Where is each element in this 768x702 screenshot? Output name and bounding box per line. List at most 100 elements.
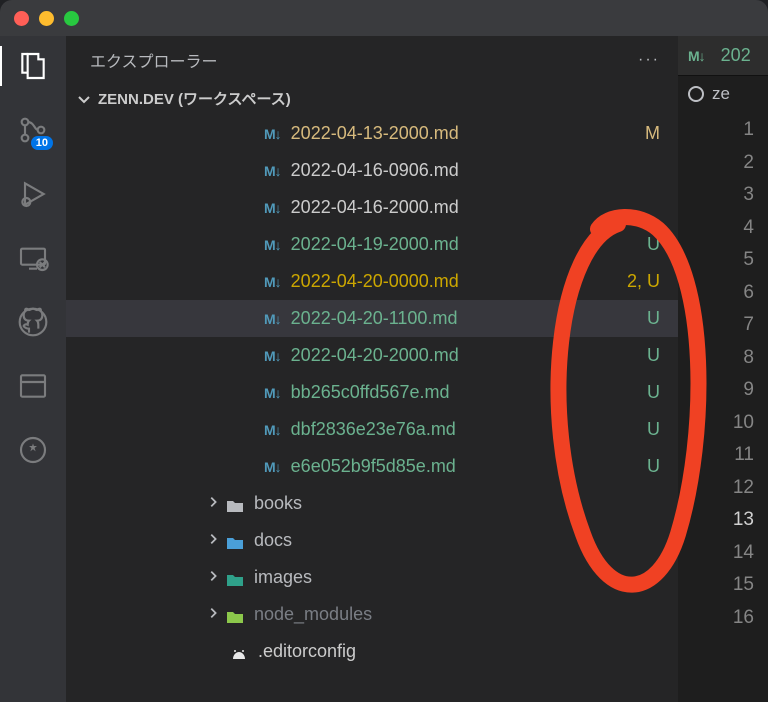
- maximize-window-button[interactable]: [64, 11, 79, 26]
- folder-name: docs: [254, 530, 660, 551]
- folder-name: images: [254, 567, 660, 588]
- line-number[interactable]: 6: [743, 277, 754, 310]
- markdown-icon: M↓: [688, 48, 705, 64]
- workspace-header[interactable]: ZENN.DEV (ワークスペース): [66, 82, 678, 115]
- line-number[interactable]: 8: [743, 342, 754, 375]
- line-number[interactable]: 3: [743, 179, 754, 212]
- file-row[interactable]: M↓ e6e052b9f5d85e.md U: [66, 448, 678, 485]
- line-number[interactable]: 14: [733, 537, 754, 570]
- minimize-window-button[interactable]: [39, 11, 54, 26]
- folder-row[interactable]: images: [66, 559, 678, 596]
- file-name: e6e052b9f5d85e.md: [291, 456, 639, 477]
- folder-icon: [226, 608, 244, 622]
- folder-row[interactable]: books: [66, 485, 678, 522]
- breadcrumb[interactable]: ze: [678, 76, 768, 112]
- file-row[interactable]: M↓ 2022-04-20-2000.md U: [66, 337, 678, 374]
- debug-activity-icon[interactable]: [17, 178, 49, 210]
- breadcrumb-ring-icon: [688, 86, 704, 102]
- line-number[interactable]: 5: [743, 244, 754, 277]
- scm-badge: 10: [31, 136, 53, 150]
- line-number[interactable]: 13: [733, 504, 754, 537]
- sidebar-title: エクスプローラー: [90, 48, 218, 72]
- folder-icon: [226, 534, 244, 548]
- line-number[interactable]: 12: [733, 472, 754, 505]
- git-status: M: [645, 123, 660, 144]
- close-window-button[interactable]: [14, 11, 29, 26]
- editor-tab-label: 202: [721, 45, 751, 66]
- line-number[interactable]: 15: [733, 569, 754, 602]
- file-row[interactable]: M↓ dbf2836e23e76a.md U: [66, 411, 678, 448]
- file-name: 2022-04-20-2000.md: [291, 345, 639, 366]
- remote-activity-icon[interactable]: [17, 242, 49, 274]
- file-row[interactable]: M↓ 2022-04-19-2000.md U: [66, 226, 678, 263]
- file-row[interactable]: M↓ bb265c0ffd567e.md U: [66, 374, 678, 411]
- file-name: 2022-04-16-2000.md: [291, 197, 652, 218]
- sidebar-header: エクスプローラー ···: [66, 36, 678, 82]
- git-status: U: [647, 234, 660, 255]
- line-number[interactable]: 11: [734, 439, 754, 472]
- folder-name: books: [254, 493, 660, 514]
- markdown-icon: M↓: [264, 200, 281, 216]
- folder-name: node_modules: [254, 604, 660, 625]
- activity-bar: 10: [0, 36, 66, 702]
- file-name: .editorconfig: [258, 641, 660, 662]
- chevron-right-icon: [206, 530, 220, 551]
- file-row[interactable]: M↓2022-04-20-0000.md2, U: [66, 263, 678, 300]
- file-tree: M↓ 2022-04-13-2000.md M M↓ 2022-04-16-0906.m…: [66, 115, 678, 702]
- sidebar-more-icon[interactable]: ···: [638, 51, 660, 69]
- file-name: 2022-04-19-2000.md: [291, 234, 639, 255]
- file-name: dbf2836e23e76a.md: [291, 419, 639, 440]
- line-number[interactable]: 7: [743, 309, 754, 342]
- panel-activity-icon[interactable]: [17, 370, 49, 402]
- line-number[interactable]: 4: [743, 212, 754, 245]
- line-number[interactable]: 1: [743, 114, 754, 147]
- line-number[interactable]: 9: [743, 374, 754, 407]
- file-row[interactable]: .editorconfig: [66, 633, 678, 670]
- folder-row[interactable]: node_modules: [66, 596, 678, 633]
- line-number[interactable]: 16: [733, 602, 754, 635]
- file-name: bb265c0ffd567e.md: [291, 382, 639, 403]
- folder-row[interactable]: docs: [66, 522, 678, 559]
- markdown-icon: M↓: [264, 163, 281, 179]
- scm-activity-icon[interactable]: 10: [17, 114, 49, 146]
- extensions-activity-icon[interactable]: [17, 434, 49, 466]
- markdown-icon: M↓: [264, 311, 281, 327]
- explorer-sidebar: エクスプローラー ··· ZENN.DEV (ワークスペース) M↓ 2022-0…: [66, 36, 678, 702]
- line-number[interactable]: 10: [733, 407, 754, 440]
- editorconfig-icon: [230, 645, 248, 659]
- editor-tab[interactable]: M↓ 202: [678, 36, 768, 76]
- markdown-icon: M↓: [264, 385, 281, 401]
- folder-icon: [226, 571, 244, 585]
- file-row[interactable]: M↓ 2022-04-13-2000.md M: [66, 115, 678, 152]
- git-status: U: [647, 382, 660, 403]
- workspace-label: ZENN.DEV (ワークスペース): [98, 88, 291, 109]
- file-name: 2022-04-13-2000.md: [291, 123, 637, 144]
- breadcrumb-label: ze: [712, 84, 730, 104]
- explorer-activity-icon[interactable]: [17, 50, 49, 82]
- github-activity-icon[interactable]: [17, 306, 49, 338]
- file-name: 2022-04-20-0000.md: [291, 271, 619, 292]
- markdown-icon: M↓: [264, 459, 281, 475]
- line-number[interactable]: 2: [743, 147, 754, 180]
- file-row[interactable]: M↓ 2022-04-16-0906.md: [66, 152, 678, 189]
- git-status: U: [647, 308, 660, 329]
- file-row[interactable]: M↓ 2022-04-20-1100.md U: [66, 300, 678, 337]
- titlebar: [0, 0, 768, 36]
- git-status: U: [647, 419, 660, 440]
- markdown-icon: M↓: [264, 126, 281, 142]
- git-status: 2, U: [627, 271, 660, 292]
- file-name: 2022-04-16-0906.md: [291, 160, 652, 181]
- git-status: U: [647, 345, 660, 366]
- chevron-right-icon: [206, 567, 220, 588]
- editor-area: M↓ 202 ze 12345678910111213141516: [678, 36, 768, 702]
- line-number-gutter: 12345678910111213141516: [678, 112, 768, 702]
- markdown-icon: M↓: [264, 348, 281, 364]
- file-name: 2022-04-20-1100.md: [291, 308, 639, 329]
- chevron-down-icon: [76, 91, 92, 107]
- chevron-right-icon: [206, 493, 220, 514]
- folder-icon: [226, 497, 244, 511]
- markdown-icon: M↓: [264, 237, 281, 253]
- markdown-icon: M↓: [264, 422, 281, 438]
- git-status: U: [647, 456, 660, 477]
- file-row[interactable]: M↓ 2022-04-16-2000.md: [66, 189, 678, 226]
